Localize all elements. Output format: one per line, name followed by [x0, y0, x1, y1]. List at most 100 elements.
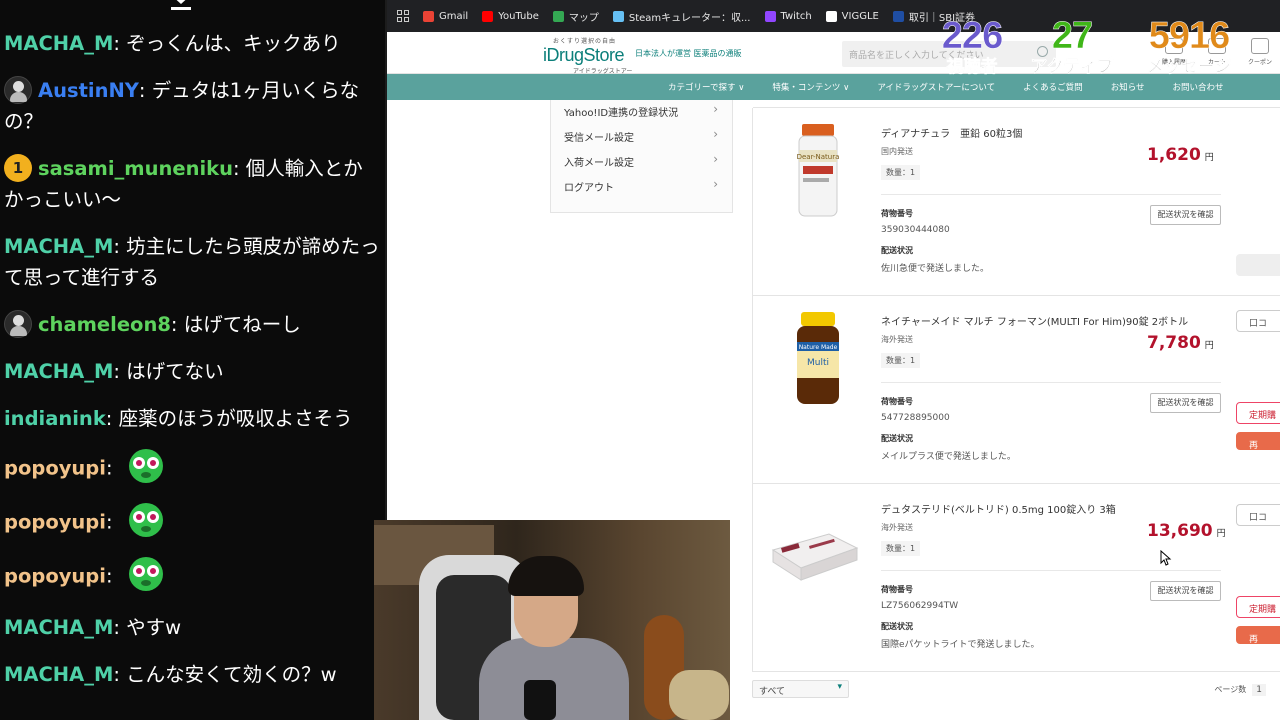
nav-item-faq[interactable]: よくあるご質問: [1009, 81, 1097, 93]
chat-username[interactable]: popoyupi: [4, 457, 106, 480]
nav-item-contact[interactable]: お問い合わせ: [1159, 81, 1238, 93]
chat-username[interactable]: sasami_muneniku: [38, 157, 233, 180]
chat-separator: :: [105, 510, 119, 534]
chat-username[interactable]: MACHA_M: [4, 32, 113, 55]
stat-value: 226: [941, 15, 1004, 57]
price: 7,780 円: [1147, 333, 1214, 353]
chat-username[interactable]: MACHA_M: [4, 616, 113, 639]
chat-text: 座薬のほうが吸収よさそう: [118, 407, 353, 430]
shipping-origin: 国内発送: [881, 147, 913, 156]
check-shipping-button[interactable]: 配送状況を確認: [1150, 581, 1221, 601]
site-logo[interactable]: おくすり選択の自由 iDrugStore アイドラッグストアー: [543, 36, 632, 75]
youtube-icon: [482, 10, 494, 22]
tracking-number: 547728895000: [881, 413, 950, 423]
chat-text: はげてない: [126, 360, 224, 383]
tracking-number: 359030444080: [881, 225, 950, 235]
chat-separator: :: [113, 360, 127, 383]
subscribe-button[interactable]: 定期購: [1236, 402, 1280, 424]
chat-username[interactable]: chameleon8: [38, 313, 171, 336]
logo-reading: アイドラッグストアー: [573, 68, 633, 75]
mouse-cursor-icon: [1160, 550, 1172, 566]
chat-username[interactable]: popoyupi: [4, 565, 106, 588]
chat-username[interactable]: MACHA_M: [4, 663, 113, 686]
bookmark-youtube[interactable]: YouTube: [482, 10, 539, 22]
message-count: 5916 メッセージ: [1138, 16, 1240, 78]
logo-text: iDrugStore: [543, 45, 625, 65]
chat-separator: :: [105, 456, 119, 480]
nav-item-category[interactable]: カテゴリーで探す ∨: [654, 81, 758, 93]
bookmark-gmail[interactable]: Gmail: [423, 10, 469, 22]
bookmark-maps[interactable]: マップ: [552, 9, 599, 24]
chat-message: MACHA_M: こんな安くて効くの？w: [4, 659, 381, 690]
side-action-button[interactable]: [1236, 254, 1280, 276]
scroll-down-icon[interactable]: [168, 0, 194, 14]
order-item: Dear-Natura ディアナチュラ 亜鉛 60粒3個 国内発送 数量：1 1…: [753, 107, 1280, 296]
chat-separator: :: [105, 407, 119, 430]
chat-message: MACHA_M: ぞっくんは、キックあり: [4, 28, 381, 59]
coupon-icon[interactable]: クーポン: [1248, 38, 1272, 66]
price: 1,620 円: [1147, 145, 1214, 165]
check-shipping-button[interactable]: 配送状況を確認: [1150, 393, 1221, 413]
product-name[interactable]: ディアナチュラ 亜鉛 60粒3個: [881, 125, 1022, 140]
tracking-label: 荷物番号: [881, 585, 913, 594]
chat-username[interactable]: MACHA_M: [4, 235, 113, 258]
chat-username[interactable]: popoyupi: [4, 511, 106, 534]
chat-separator: :: [170, 313, 184, 336]
nav-item-news[interactable]: お知らせ: [1097, 81, 1159, 93]
chat-separator: :: [233, 157, 246, 180]
page-number[interactable]: 1: [1252, 684, 1266, 696]
chat-panel: MACHA_M: ぞっくんは、キックあり AustinNY: デュタは1ヶ月いく…: [0, 0, 387, 720]
bookmark-label: Twitch: [780, 10, 812, 22]
chat-username[interactable]: MACHA_M: [4, 360, 113, 383]
price-currency: 円: [1204, 341, 1214, 351]
quantity: 数量：1: [881, 353, 921, 368]
gmail-icon: [423, 10, 434, 22]
chat-username[interactable]: indianink: [4, 407, 106, 430]
filter-select[interactable]: すべて: [752, 680, 849, 698]
subscribe-button[interactable]: 定期購: [1236, 596, 1280, 618]
reorder-button[interactable]: 再: [1236, 626, 1280, 645]
review-button[interactable]: 口コ: [1236, 504, 1280, 526]
green-face-emote-icon: [128, 449, 163, 483]
side-item-stock-mail[interactable]: 入荷メール設定: [551, 150, 732, 175]
pagination-bar: すべて ページ数 1: [752, 680, 1280, 710]
side-item-logout[interactable]: ログアウト: [551, 175, 732, 200]
bookmark-label: Gmail: [439, 10, 469, 22]
chat-message: 1 sasami_muneniku: 個人輸入とかかっこいい〜: [4, 153, 381, 215]
price-value: 7,780: [1147, 333, 1201, 353]
divider: [881, 194, 1221, 195]
product-name[interactable]: ネイチャーメイド マルチ フォーマン(MULTI For Him)90錠 2ボト…: [881, 313, 1188, 328]
product-name[interactable]: デュタステリド(ベルトリド) 0.5mg 100錠入り 3箱: [881, 501, 1116, 516]
side-item-yahoo-id[interactable]: Yahoo!ID連携の登録状況: [551, 100, 732, 125]
order-item: デュタステリド(ベルトリド) 0.5mg 100錠入り 3箱 海外発送 数量：1…: [753, 483, 1280, 672]
status-label: 配送状況: [881, 246, 913, 255]
webcam-feed: [374, 520, 730, 720]
chat-text: こんな安くて効くの？w: [126, 663, 337, 686]
check-shipping-button[interactable]: 配送状況を確認: [1150, 205, 1221, 225]
reorder-button[interactable]: 再: [1236, 432, 1280, 451]
review-button[interactable]: 口コ: [1236, 310, 1280, 332]
price-currency: 円: [1216, 529, 1226, 539]
bookmark-twitch[interactable]: Twitch: [764, 10, 812, 22]
chat-message: indianink: 座薬のほうが吸収よさそう: [4, 403, 381, 434]
viggle-icon: [825, 10, 837, 22]
stat-value: 27: [1051, 15, 1094, 57]
chat-message: chameleon8: はげてねーし: [4, 309, 381, 340]
side-item-mail-settings[interactable]: 受信メール設定: [551, 125, 732, 150]
pager-label: ページ数: [1214, 685, 1247, 694]
stat-label: メッセージ: [1146, 57, 1232, 78]
main-nav: カテゴリーで探す ∨ 特集・コンテンツ ∨ アイドラッグストアーについて よくあ…: [387, 74, 1280, 100]
price-value: 1,620: [1147, 145, 1201, 165]
divider: [881, 570, 1221, 571]
bookmark-steam[interactable]: Steamキュレーター：収...: [612, 9, 751, 24]
maps-icon: [552, 10, 564, 22]
nav-item-about[interactable]: アイドラッグストアーについて: [863, 81, 1009, 93]
chat-username[interactable]: AustinNY: [38, 79, 139, 102]
bookmark-viggle[interactable]: VIGGLE: [825, 10, 879, 22]
svg-text:Dear-Natura: Dear-Natura: [797, 153, 840, 161]
twitch-icon: [764, 10, 776, 22]
tracking-number: LZ756062994TW: [881, 601, 959, 611]
nav-item-features[interactable]: 特集・コンテンツ ∨: [758, 81, 863, 93]
stat-label: 視聴者: [946, 57, 998, 78]
apps-grid-icon[interactable]: [397, 10, 409, 22]
